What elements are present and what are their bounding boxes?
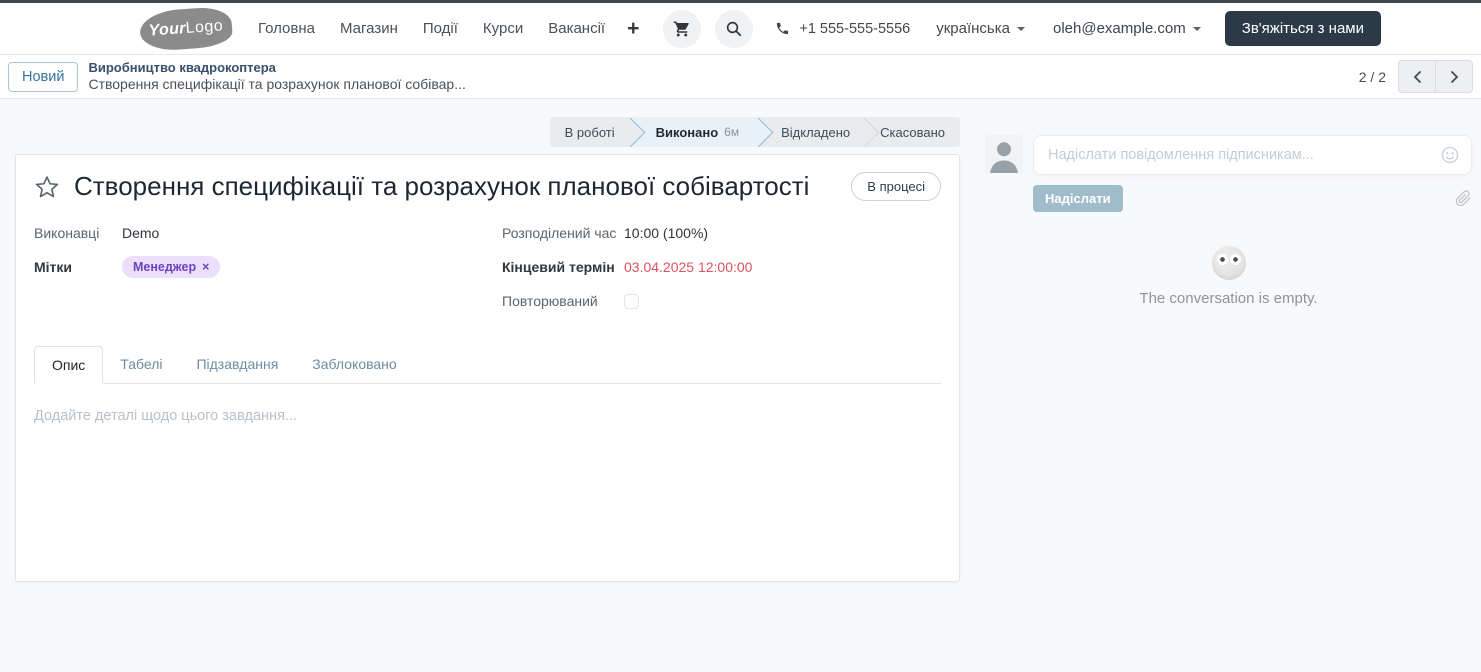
chatter-panel: Надіслати The conversation is empty. (985, 99, 1472, 307)
tag-label: Менеджер (133, 260, 197, 274)
search-button[interactable] (715, 9, 754, 48)
deadline-value[interactable]: 03.04.2025 12:00:00 (624, 259, 752, 275)
breadcrumb: Виробництво квадрокоптера Створення спец… (88, 60, 465, 94)
pager-count: 2 / 2 (1358, 68, 1386, 85)
task-title[interactable]: Створення специфікації та розрахунок пла… (74, 171, 809, 202)
cart-button[interactable] (663, 9, 702, 48)
phone-link[interactable]: +1 555-555-5556 (775, 21, 910, 37)
tab-timesheets[interactable]: Табелі (103, 346, 179, 384)
nav-item-jobs[interactable]: Вакансії (548, 20, 605, 37)
phone-number: +1 555-555-5556 (799, 20, 911, 37)
emoji-icon[interactable] (1440, 145, 1460, 165)
favorite-star-icon[interactable] (34, 174, 60, 200)
field-group-right: Розподілений час 10:00 (100%) Кінцевий т… (502, 222, 941, 312)
pager-buttons (1398, 60, 1473, 93)
recurrent-label: Повторюваний (502, 293, 598, 309)
message-composer (985, 135, 1472, 175)
field-recurrent: Повторюваний (502, 290, 941, 312)
logo-text-your: Your (148, 19, 187, 40)
language-selector[interactable]: українська (936, 20, 1025, 37)
control-panel: Новий Виробництво квадрокоптера Створенн… (0, 55, 1481, 99)
contact-us-button[interactable]: Зв'яжіться з нами (1224, 11, 1382, 46)
add-page-icon[interactable]: + (627, 18, 639, 39)
record-pager: 2 / 2 (1359, 60, 1473, 93)
chevron-left-icon (1413, 70, 1422, 84)
account-menu[interactable]: oleh@example.com (1053, 20, 1201, 37)
field-assignees: Виконавці Demo (34, 222, 474, 244)
breadcrumb-project-link[interactable]: Виробництво квадрокоптера (88, 60, 465, 76)
site-logo[interactable]: Your Logo (138, 5, 234, 52)
nav-item-courses[interactable]: Курси (483, 20, 523, 37)
site-header: Your Logo Головна Магазин Події Курси Вак… (0, 3, 1481, 55)
chevron-right-icon (1450, 70, 1459, 84)
assignees-value[interactable]: Demo (122, 225, 159, 241)
nav-item-shop[interactable]: Магазин (340, 20, 398, 37)
status-step-postponed[interactable]: Відкладено (759, 117, 865, 147)
assignees-label: Виконавці (34, 225, 100, 241)
notebook-tabs: Опис Табелі Підзавдання Заблоковано (34, 346, 941, 384)
task-form-card: Створення специфікації та розрахунок пла… (15, 154, 960, 582)
status-step-done-label: Виконано (655, 124, 719, 140)
recurrent-checkbox[interactable] (624, 293, 639, 309)
chevron-down-icon (1016, 27, 1025, 32)
chevron-down-icon (1192, 27, 1201, 32)
status-step-done-active[interactable]: Виконано 6м (629, 117, 760, 147)
field-allocated-time: Розподілений час 10:00 (100%) (502, 222, 941, 244)
description-editor[interactable]: Додайте деталі щодо цього завдання... (34, 408, 941, 424)
logo-text-logo: Logo (185, 16, 224, 37)
ghost-face-icon (1211, 246, 1246, 280)
empty-conversation-text: The conversation is empty. (1139, 290, 1318, 307)
paperclip-icon[interactable] (1455, 190, 1472, 207)
pager-previous-button[interactable] (1398, 60, 1436, 93)
form-column: В роботі Виконано 6м Відкладено Скасован… (15, 99, 960, 582)
status-step-cancelled[interactable]: Скасовано (865, 117, 960, 147)
empty-conversation: The conversation is empty. (985, 246, 1472, 307)
search-icon (725, 20, 743, 38)
pager-next-button[interactable] (1435, 60, 1473, 93)
allocated-time-label: Розподілений час (502, 225, 617, 241)
field-tags: Мітки Менеджер × (34, 256, 474, 278)
tab-subtasks[interactable]: Підзавдання (179, 346, 295, 384)
status-step-duration: 6м (724, 125, 740, 139)
main-nav: Головна Магазин Події Курси Вакансії (258, 20, 605, 37)
breadcrumb-current-task: Створення специфікації та розрахунок пла… (88, 75, 466, 92)
deadline-label: Кінцевий термін (502, 259, 615, 275)
tab-description[interactable]: Опис (34, 346, 104, 384)
send-row: Надіслати (1033, 185, 1472, 212)
kanban-state-badge[interactable]: В процесі (851, 172, 941, 201)
message-input[interactable] (1033, 135, 1472, 175)
nav-item-events[interactable]: Події (423, 20, 458, 37)
allocated-time-value[interactable]: 10:00 (100%) (624, 225, 708, 241)
nav-item-home[interactable]: Головна (258, 20, 315, 37)
tag-remove-icon[interactable]: × (202, 260, 209, 274)
language-label: українська (936, 20, 1010, 37)
field-grid: Виконавці Demo Мітки Менеджер × Розподіл… (34, 222, 941, 312)
send-button[interactable]: Надіслати (1033, 185, 1123, 212)
account-email: oleh@example.com (1052, 20, 1186, 37)
phone-icon (775, 21, 790, 36)
content-area: В роботі Виконано 6м Відкладено Скасован… (0, 99, 1481, 582)
field-deadline: Кінцевий термін 03.04.2025 12:00:00 (502, 256, 941, 278)
status-pipeline: В роботі Виконано 6м Відкладено Скасован… (549, 117, 960, 147)
statusbar-row: В роботі Виконано 6м Відкладено Скасован… (15, 117, 960, 147)
field-group-left: Виконавці Demo Мітки Менеджер × (34, 222, 474, 312)
composer-box (1033, 135, 1472, 175)
title-row: Створення специфікації та розрахунок пла… (34, 171, 941, 202)
avatar (985, 135, 1023, 173)
tags-label: Мітки (34, 259, 73, 275)
new-record-button[interactable]: Новий (8, 61, 79, 92)
tab-blocked[interactable]: Заблоковано (295, 346, 413, 384)
tag-manager[interactable]: Менеджер × (122, 256, 221, 278)
cart-icon (673, 20, 691, 38)
